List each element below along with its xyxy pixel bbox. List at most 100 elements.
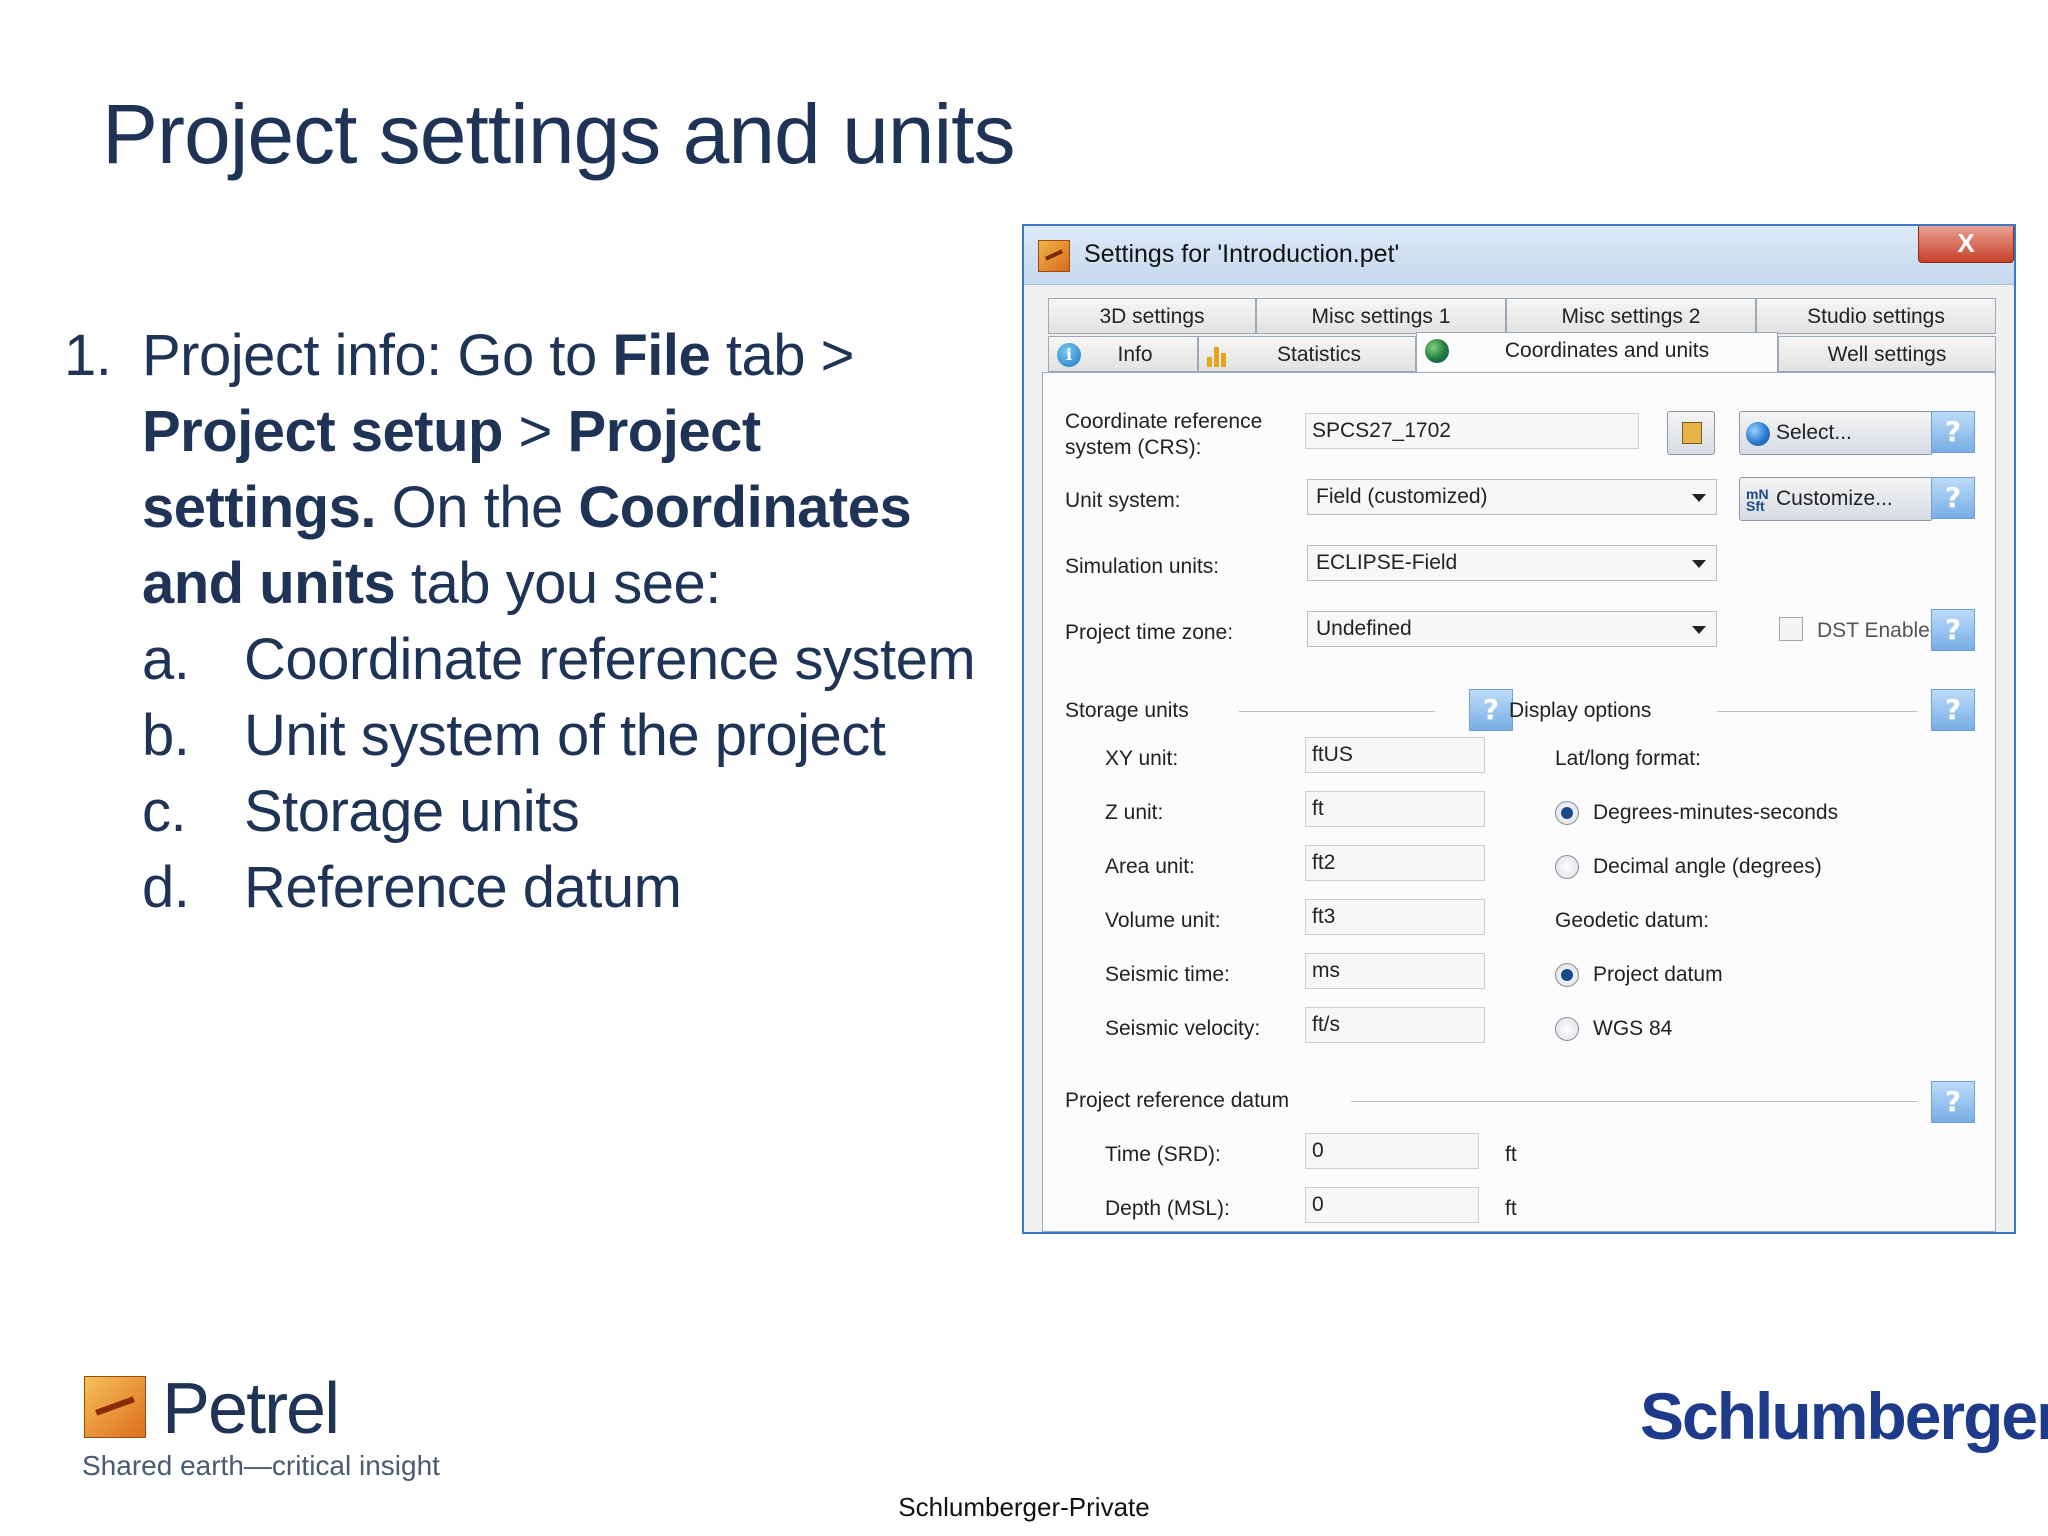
bullet-text: > xyxy=(502,399,568,464)
seismic-time-label: Seismic time: xyxy=(1105,963,1230,986)
unit-system-label: Unit system: xyxy=(1065,489,1181,512)
sub-item: a. Coordinate reference system xyxy=(64,622,1004,698)
radio-degrees-minutes-seconds[interactable] xyxy=(1555,801,1579,825)
time-zone-select[interactable]: Undefined xyxy=(1307,611,1717,647)
units-icon: mN Sft xyxy=(1746,486,1769,514)
tab-3d-settings[interactable]: 3D settings xyxy=(1048,298,1256,334)
customize-button-label: Customize... xyxy=(1776,487,1893,510)
area-unit-label: Area unit: xyxy=(1105,855,1195,878)
tab-info-label: Info xyxy=(1117,343,1153,366)
unit-system-value: Field (customized) xyxy=(1316,485,1488,508)
z-unit-field[interactable]: ft xyxy=(1305,791,1485,827)
sub-item-text: Unit system of the project xyxy=(244,703,886,768)
geodetic-datum-label: Geodetic datum: xyxy=(1555,909,1710,932)
dialog-title: Settings for 'Introduction.pet' xyxy=(1084,240,1400,268)
select-button-label: Select... xyxy=(1776,421,1852,444)
bullet-number: 1. xyxy=(64,323,112,388)
chevron-down-icon xyxy=(1692,494,1706,502)
crs-info-button[interactable] xyxy=(1667,411,1715,455)
seismic-time-field[interactable]: ms xyxy=(1305,953,1485,989)
simulation-units-label: Simulation units: xyxy=(1065,555,1220,578)
tab-misc-settings-2[interactable]: Misc settings 2 xyxy=(1506,298,1756,334)
time-srd-label: Time (SRD): xyxy=(1105,1143,1221,1166)
tab-misc-settings-1[interactable]: Misc settings 1 xyxy=(1256,298,1506,334)
help-icon[interactable]: ? xyxy=(1931,411,1975,453)
settings-dialog: Settings for 'Introduction.pet' X 3D set… xyxy=(1022,224,2016,1234)
classification-footer: Schlumberger-Private xyxy=(898,1492,1150,1522)
sub-item-letter: a. xyxy=(142,627,190,692)
depth-msl-unit: ft xyxy=(1505,1197,1517,1220)
info-icon: i xyxy=(1057,343,1081,367)
petrel-tagline: Shared earth—critical insight xyxy=(82,1450,440,1481)
unit-system-select[interactable]: Field (customized) xyxy=(1307,479,1717,515)
z-unit-label: Z unit: xyxy=(1105,801,1164,824)
tab-well-settings[interactable]: Well settings xyxy=(1778,336,1996,372)
simulation-units-select[interactable]: ECLIPSE-Field xyxy=(1307,545,1717,581)
tab-studio-settings[interactable]: Studio settings xyxy=(1756,298,1996,334)
time-zone-value: Undefined xyxy=(1316,617,1412,640)
xy-unit-field[interactable]: ftUS xyxy=(1305,737,1485,773)
help-icon[interactable]: ? xyxy=(1931,609,1975,651)
bullet-text: On the xyxy=(376,475,579,540)
bullet-item-1: 1. Project info: Go to File tab > Projec… xyxy=(64,318,1004,622)
statistics-icon xyxy=(1207,343,1233,367)
slide-title: Project settings and units xyxy=(102,87,1016,181)
sub-item-letter: c. xyxy=(142,779,187,844)
sub-item-text: Storage units xyxy=(244,779,580,844)
bullet-text: tab > xyxy=(710,323,855,388)
seismic-velocity-label: Seismic velocity: xyxy=(1105,1017,1261,1040)
sub-item-letter: b. xyxy=(142,703,190,768)
sub-item: d. Reference datum xyxy=(64,850,1004,926)
reference-datum-heading: Project reference datum xyxy=(1065,1089,1290,1112)
schlumberger-logo: Schlumberger xyxy=(1640,1379,2048,1453)
help-icon[interactable]: ? xyxy=(1931,477,1975,519)
sub-item: c. Storage units xyxy=(64,774,1004,850)
bullet-text: tab you see: xyxy=(395,551,722,616)
time-zone-label: Project time zone: xyxy=(1065,621,1234,644)
depth-msl-field[interactable]: 0 xyxy=(1305,1187,1479,1223)
close-button[interactable]: X xyxy=(1918,226,2014,263)
seismic-velocity-field[interactable]: ft/s xyxy=(1305,1007,1485,1043)
chevron-down-icon xyxy=(1692,626,1706,634)
volume-unit-field[interactable]: ft3 xyxy=(1305,899,1485,935)
time-srd-field[interactable]: 0 xyxy=(1305,1133,1479,1169)
radio-wgs84[interactable] xyxy=(1555,1017,1579,1041)
help-icon[interactable]: ? xyxy=(1931,1081,1975,1123)
bullet-list: 1. Project info: Go to File tab > Projec… xyxy=(64,318,1004,926)
help-icon[interactable]: ? xyxy=(1469,689,1513,731)
crs-field[interactable]: SPCS27_1702 xyxy=(1305,413,1639,449)
sub-item: b. Unit system of the project xyxy=(64,698,1004,774)
customize-button[interactable]: mN Sft Customize... xyxy=(1739,477,1933,521)
petrel-app-icon xyxy=(1038,240,1070,272)
dst-checkbox[interactable] xyxy=(1779,617,1803,641)
bullet-text: Project info: Go to xyxy=(142,323,613,388)
simulation-units-value: ECLIPSE-Field xyxy=(1316,551,1458,574)
sub-item-letter: d. xyxy=(142,855,190,920)
radio-project-datum[interactable] xyxy=(1555,963,1579,987)
sub-item-text: Reference datum xyxy=(244,855,682,920)
dialog-titlebar[interactable]: Settings for 'Introduction.pet' X xyxy=(1024,226,2014,285)
radio-decimal-angle[interactable] xyxy=(1555,855,1579,879)
depth-msl-label: Depth (MSL): xyxy=(1105,1197,1230,1220)
globe-icon xyxy=(1746,422,1770,446)
help-icon[interactable]: ? xyxy=(1931,689,1975,731)
divider xyxy=(1351,1101,1917,1102)
tab-statistics-label: Statistics xyxy=(1276,343,1362,366)
tab-coordinates-and-units[interactable]: Coordinates and units xyxy=(1416,332,1778,376)
volume-unit-label: Volume unit: xyxy=(1105,909,1221,932)
crs-label: Coordinate reference system (CRS): xyxy=(1065,410,1263,459)
time-srd-unit: ft xyxy=(1505,1143,1517,1166)
latlong-format-label: Lat/long format: xyxy=(1555,747,1701,770)
dst-label: DST Enabled xyxy=(1817,619,1942,642)
radio-label: Decimal angle (degrees) xyxy=(1593,855,1822,878)
select-crs-button[interactable]: Select... xyxy=(1739,411,1933,455)
petrel-logo-icon xyxy=(84,1376,146,1438)
area-unit-field[interactable]: ft2 xyxy=(1305,845,1485,881)
bullet-bold-file: File xyxy=(612,323,711,388)
storage-units-heading: Storage units xyxy=(1065,699,1189,722)
radio-label: Degrees-minutes-seconds xyxy=(1593,801,1839,824)
divider xyxy=(1239,711,1435,712)
tab-info[interactable]: i Info xyxy=(1048,336,1198,372)
radio-label: Project datum xyxy=(1593,963,1723,986)
tab-statistics[interactable]: Statistics xyxy=(1198,336,1416,372)
